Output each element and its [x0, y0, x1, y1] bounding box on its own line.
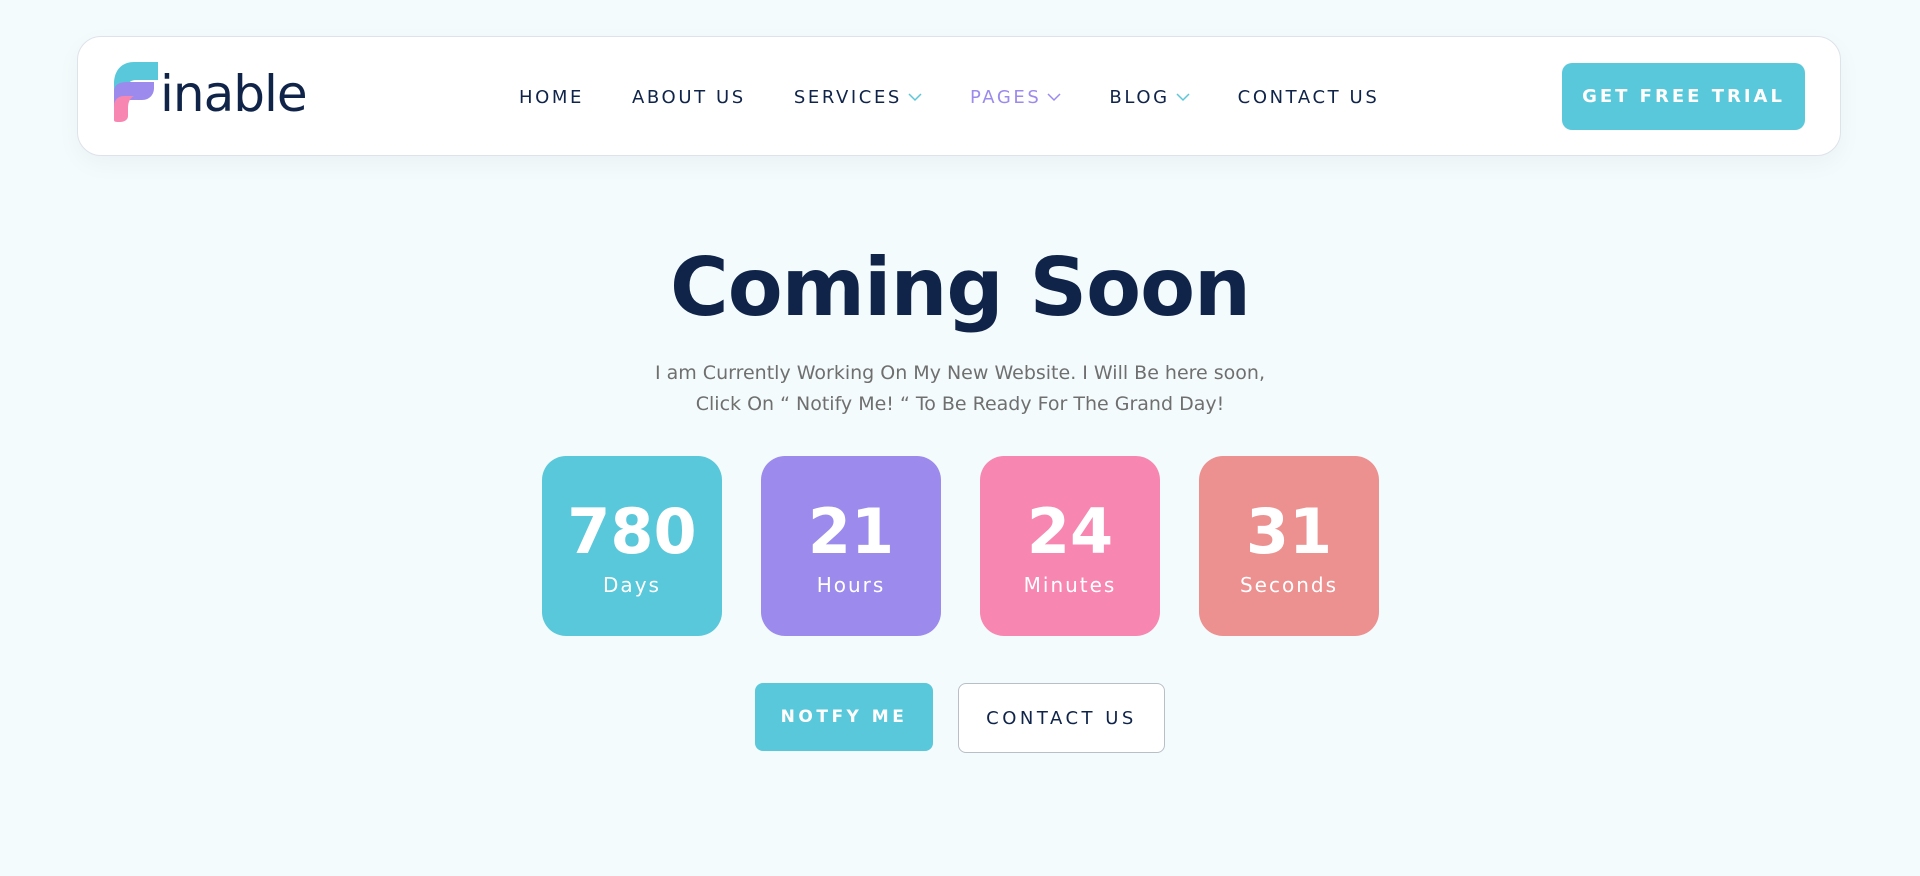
countdown-hours: 21 Hours	[761, 456, 941, 636]
nav-item-label: CONTACT US	[1237, 86, 1380, 108]
hero-subtitle: I am Currently Working On My New Website…	[0, 358, 1920, 420]
hero-subtitle-line: Click On “ Notify Me! “ To Be Ready For …	[695, 393, 1225, 415]
nav-item-services[interactable]: SERVICES	[794, 87, 922, 108]
nav-item-label: BLOG	[1109, 86, 1170, 108]
page-title: Coming Soon	[669, 241, 1251, 334]
site-header: inable HOME ABOUT US SERVICES PAGES BLOG…	[77, 36, 1841, 156]
nav-item-blog[interactable]: BLOG	[1109, 86, 1190, 108]
nav-item-label: PAGES	[969, 86, 1042, 108]
countdown-value: 780	[567, 495, 697, 568]
nav-item-label: HOME	[519, 86, 585, 108]
logo-mark-icon	[114, 62, 158, 122]
nav-item-about-us[interactable]: ABOUT US	[632, 87, 746, 108]
nav-item-pages[interactable]: PAGES	[970, 87, 1061, 108]
countdown-value: 24	[1026, 495, 1114, 568]
countdown-label: Days	[603, 573, 661, 597]
countdown-minutes: 24 Minutes	[980, 456, 1160, 636]
hero-actions: NOTFY ME CONTACT US	[755, 683, 1165, 753]
main-nav: HOME ABOUT US SERVICES PAGES BLOG CONTAC…	[519, 37, 1379, 157]
chevron-down-icon	[908, 93, 922, 102]
contact-us-button[interactable]: CONTACT US	[958, 683, 1165, 753]
logo-text: inable	[160, 65, 308, 123]
nav-item-label: SERVICES	[793, 86, 902, 108]
countdown: 780 Days 21 Hours 24 Minutes 31 Seconds	[542, 456, 1379, 636]
logo[interactable]: inable	[114, 62, 308, 122]
countdown-label: Hours	[816, 573, 886, 597]
nav-item-home[interactable]: HOME	[519, 87, 584, 108]
hero-subtitle-line: I am Currently Working On My New Website…	[654, 362, 1266, 384]
chevron-down-icon	[1047, 93, 1061, 102]
countdown-value: 31	[1245, 495, 1333, 568]
get-free-trial-button[interactable]: GET FREE TRIAL	[1562, 63, 1805, 130]
countdown-label: Minutes	[1023, 573, 1117, 597]
countdown-days: 780 Days	[542, 456, 722, 636]
countdown-label: Seconds	[1239, 573, 1339, 597]
countdown-value: 21	[807, 495, 895, 568]
nav-item-label: ABOUT US	[632, 86, 746, 108]
countdown-seconds: 31 Seconds	[1199, 456, 1379, 636]
notify-me-button[interactable]: NOTFY ME	[755, 683, 933, 751]
nav-item-contact-us[interactable]: CONTACT US	[1238, 87, 1380, 108]
chevron-down-icon	[1176, 93, 1190, 102]
